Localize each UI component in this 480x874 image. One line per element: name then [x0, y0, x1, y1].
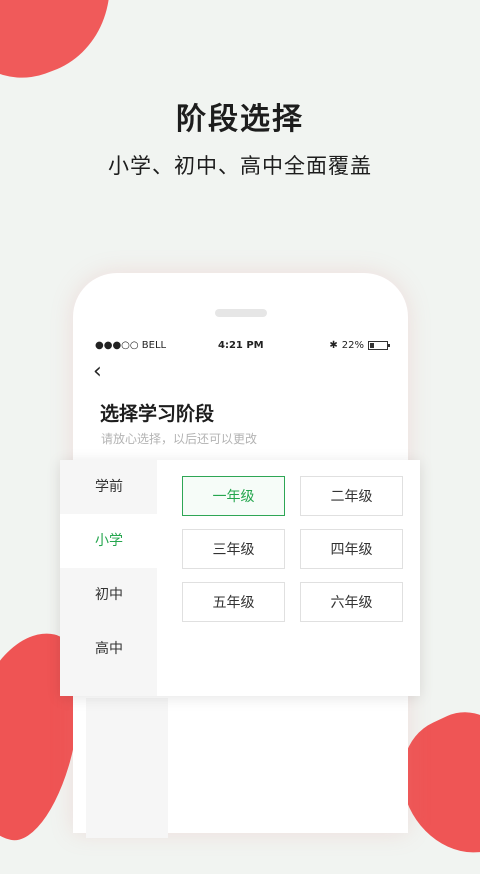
- stage-picker-card: 学前 小学 初中 高中 一年级 二年级 三年级 四年级 五年级 六年级: [60, 460, 420, 696]
- back-arrow-icon[interactable]: ‹: [93, 361, 102, 383]
- grade-button-2[interactable]: 二年级: [300, 476, 403, 516]
- category-item-junior-high[interactable]: 初中: [60, 568, 157, 622]
- grade-grid: 一年级 二年级 三年级 四年级 五年级 六年级: [182, 476, 404, 622]
- category-item-preschool[interactable]: 学前: [60, 460, 157, 514]
- phone-sidebar-bg: [86, 698, 168, 838]
- page-title: 选择学习阶段: [100, 403, 215, 425]
- grade-button-4[interactable]: 四年级: [300, 529, 403, 569]
- status-time: 4:21 PM: [218, 340, 264, 351]
- grade-button-1[interactable]: 一年级: [182, 476, 285, 516]
- promo-subtitle: 小学、初中、高中全面覆盖: [108, 154, 372, 178]
- category-item-primary[interactable]: 小学: [60, 514, 157, 568]
- decor-blob-top-left: [0, 0, 137, 99]
- status-right: ✱ 22%: [329, 340, 390, 351]
- battery-icon: [368, 341, 390, 350]
- battery-percent: 22%: [341, 340, 364, 351]
- promo-title: 阶段选择: [176, 102, 304, 137]
- carrier-signal: ●●●○○ BELL: [95, 340, 167, 351]
- stage-category-list: 学前 小学 初中 高中: [60, 460, 157, 696]
- grade-button-3[interactable]: 三年级: [182, 529, 285, 569]
- category-item-senior-high[interactable]: 高中: [60, 622, 157, 676]
- status-bar: ●●●○○ BELL 4:21 PM ✱ 22%: [73, 337, 408, 355]
- grade-button-5[interactable]: 五年级: [182, 582, 285, 622]
- bluetooth-icon: ✱: [329, 340, 338, 351]
- grade-button-6[interactable]: 六年级: [300, 582, 403, 622]
- page-hint: 请放心选择，以后还可以更改: [101, 432, 258, 446]
- phone-speaker: [215, 309, 267, 317]
